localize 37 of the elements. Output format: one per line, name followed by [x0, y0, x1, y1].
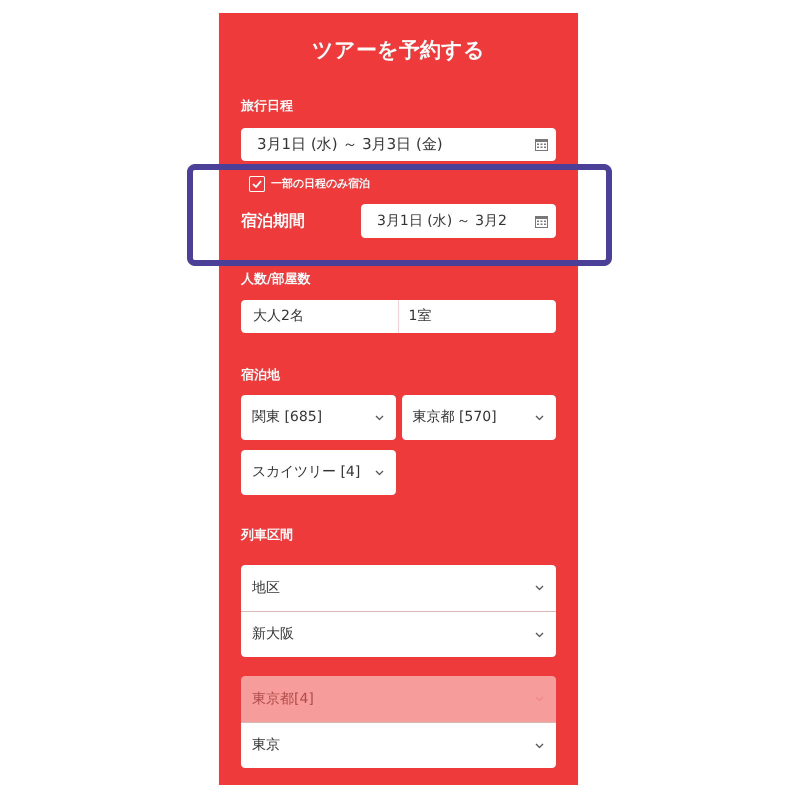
dropdown-select[interactable]: 東京: [241, 722, 556, 768]
field-value: 新大阪: [252, 625, 294, 644]
dropdown-select[interactable]: 関東 [685]: [241, 395, 396, 440]
dropdown-select[interactable]: 新大阪: [241, 611, 556, 657]
chevron-down-icon: [535, 585, 544, 591]
dropdown-select[interactable]: 地区: [241, 565, 556, 611]
field-value: スカイツリー [4]: [252, 463, 360, 482]
field-label: 列車区間: [241, 526, 293, 544]
chevron-down-icon: [374, 470, 384, 476]
field-value: 関東 [685]: [252, 408, 322, 427]
checkmark-icon: [252, 180, 262, 188]
field-value: 地区: [252, 578, 280, 598]
date-range-field[interactable]: 3月1日 (水) ～ 3月2: [361, 204, 556, 238]
field-value: 東京都[4]: [252, 690, 314, 708]
chevron-down-icon: [535, 414, 544, 420]
field-label: 宿泊期間: [241, 210, 305, 232]
dropdown-select[interactable]: スカイツリー [4]: [241, 450, 396, 495]
field-value: 東京都 [570]: [412, 408, 497, 427]
field-value: 1室: [408, 307, 432, 326]
chevron-down-icon: [535, 632, 544, 638]
guests-field[interactable]: 大人2名 1室: [241, 300, 556, 333]
field-value: 大人2名: [241, 300, 398, 333]
form-title: ツアーを予約する: [312, 37, 485, 64]
dropdown-select[interactable]: 東京都 [570]: [402, 395, 556, 440]
checkbox-label: 一部の日程のみ宿泊: [271, 176, 370, 192]
field-label: 旅行日程: [241, 98, 293, 116]
field-label: 人数/部屋数: [241, 270, 311, 288]
calendar-icon: [535, 138, 548, 151]
calendar-icon: [535, 214, 548, 228]
date-range-field[interactable]: 3月1日 (水) ～ 3月3日 (金): [241, 128, 556, 161]
field-label: 宿泊地: [241, 366, 280, 384]
checkbox[interactable]: [249, 176, 265, 192]
field-value: 東京: [252, 736, 280, 755]
field-value: 3月1日 (水) ～ 3月2: [377, 212, 507, 230]
field-value: 3月1日 (水) ～ 3月3日 (金): [257, 134, 443, 156]
chevron-down-icon: [374, 414, 384, 420]
chevron-down-icon: [535, 742, 544, 748]
